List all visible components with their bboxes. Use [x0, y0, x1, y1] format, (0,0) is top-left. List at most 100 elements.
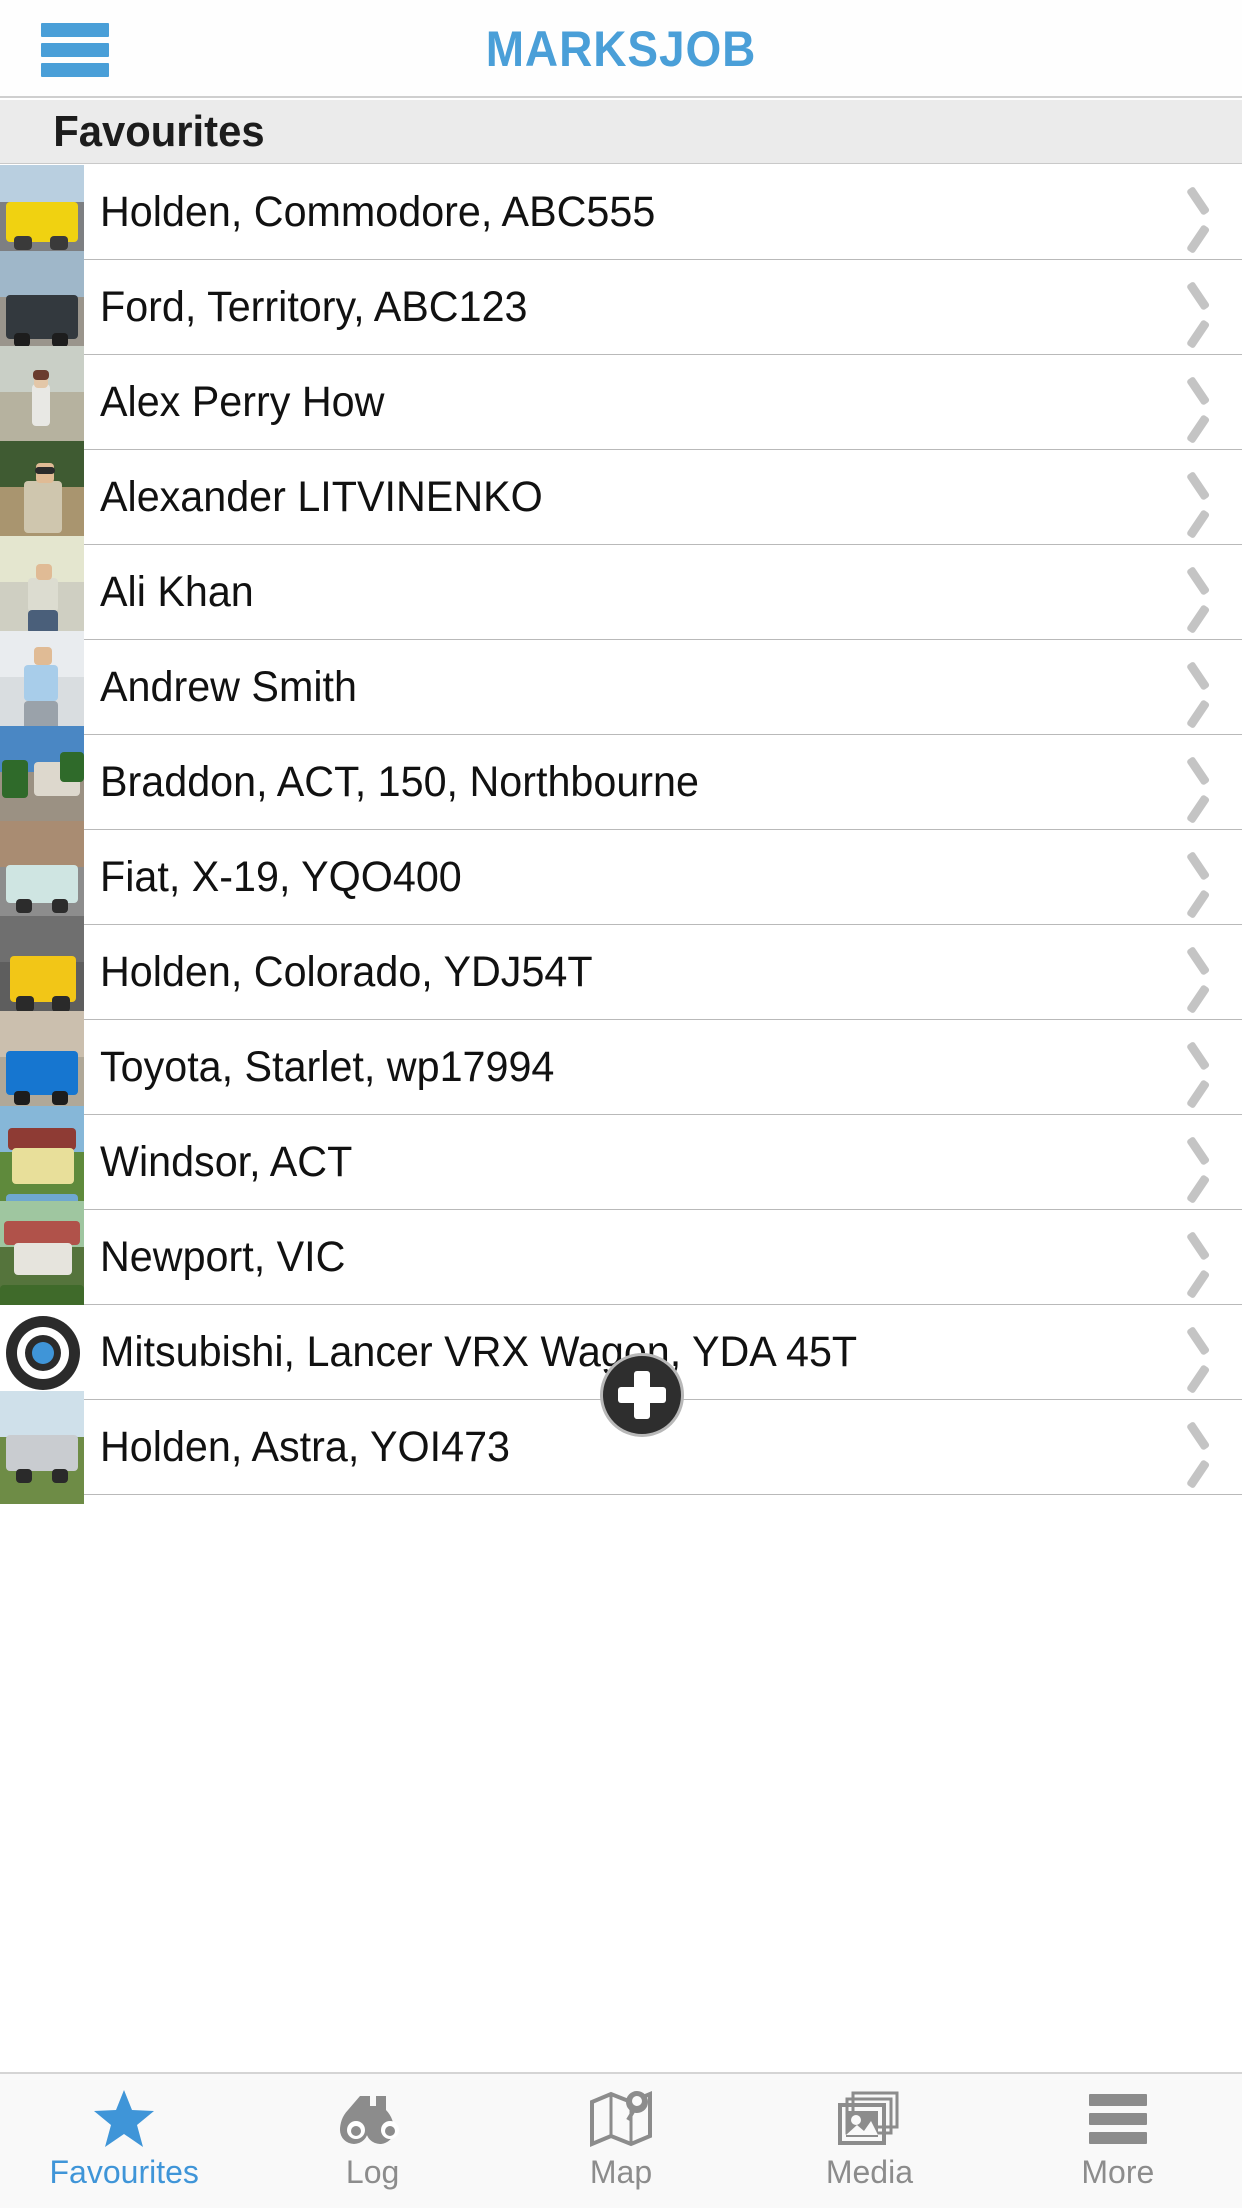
thumb-shape-2: [50, 236, 68, 250]
list-item[interactable]: Newport, VIC: [0, 1201, 1242, 1314]
list-item-label: Ali Khan: [100, 568, 254, 616]
chevron-right-icon[interactable]: [1184, 381, 1214, 425]
chevron-right-icon[interactable]: [1184, 856, 1214, 900]
list-item-label: Newport, VIC: [100, 1233, 346, 1281]
thumb-shape-1: [16, 996, 34, 1012]
thumb-background-top: [0, 165, 84, 202]
tab-label: Media: [825, 2154, 913, 2190]
thumb-background-top: [0, 251, 84, 297]
tab-more[interactable]: More: [994, 2074, 1242, 2208]
binoculars-icon: [338, 2086, 408, 2152]
chevron-right-icon[interactable]: [1184, 1331, 1214, 1375]
thumb-shape-2: [52, 996, 70, 1012]
thumb-shape-1: [14, 1091, 30, 1105]
thumb-shape-0: [4, 1221, 80, 1245]
list-item-label: Braddon, ACT, 150, Northbourne: [100, 758, 699, 806]
thumb-shape-0: [6, 1435, 78, 1471]
tab-favourites[interactable]: Favourites: [0, 2074, 248, 2208]
thumb-shape-1: [14, 333, 30, 347]
thumb-shape-1: [34, 647, 52, 665]
list-item[interactable]: Alexander LITVINENKO: [0, 441, 1242, 554]
thumb-shape-2: [52, 899, 68, 913]
thumb-shape-0: [2, 760, 28, 798]
thumb-shape-1: [14, 1243, 72, 1275]
list-item-label: Alex Perry How: [100, 378, 385, 426]
list-item[interactable]: Windsor, ACT: [0, 1106, 1242, 1219]
thumb-shape-2: [33, 370, 49, 380]
thumb-background-top: [0, 821, 84, 867]
tab-media[interactable]: Media: [745, 2074, 993, 2208]
chevron-right-icon[interactable]: [1184, 1046, 1214, 1090]
page-title: MARKSJOB: [485, 21, 757, 77]
thumb-shape-2: [60, 752, 84, 782]
chevron-right-icon[interactable]: [1184, 571, 1214, 615]
bullseye-center: [32, 1342, 54, 1364]
list-item[interactable]: Ali Khan: [0, 536, 1242, 649]
thumb-shape-2: [52, 1091, 68, 1105]
thumb-shape-1: [16, 1469, 32, 1483]
list-item-label: Holden, Astra, YOI473: [100, 1423, 511, 1471]
list-item[interactable]: Holden, Colorado, YDJ54T: [0, 916, 1242, 1029]
tab-log[interactable]: Log: [248, 2074, 496, 2208]
favourites-list[interactable]: Holden, Commodore, ABC555 Ford, Territory…: [0, 165, 1242, 2073]
list-item[interactable]: Fiat, X-19, YQO400: [0, 821, 1242, 934]
chevron-right-icon[interactable]: [1184, 951, 1214, 995]
thumb-shape-1: [36, 564, 52, 580]
bullseye-ring-3: [25, 1335, 61, 1371]
row-thumbnail: [0, 1391, 84, 1504]
list-item[interactable]: Alex Perry How: [0, 346, 1242, 459]
list-item-label: Mitsubishi, Lancer VRX Wagon, YDA 45T: [100, 1328, 858, 1376]
thumb-shape-0: [6, 1051, 78, 1095]
chevron-right-icon[interactable]: [1184, 191, 1214, 235]
bullseye-target-icon: [6, 1316, 80, 1390]
thumb-shape-0: [6, 865, 78, 903]
tab-label: Log: [345, 2154, 400, 2190]
star-icon: [92, 2086, 156, 2152]
map-icon: [588, 2086, 654, 2152]
navigation-bar: MARKSJOB: [0, 0, 1242, 98]
thumb-shape-0: [32, 384, 50, 426]
thumb-shape-0: [8, 1128, 76, 1150]
thumb-background-top: [0, 1391, 84, 1437]
row-thumbnail: [0, 1201, 84, 1314]
chevron-right-icon[interactable]: [1184, 1141, 1214, 1185]
list-item-label: Alexander LITVINENKO: [100, 473, 543, 521]
tab-label: More: [1081, 2154, 1155, 2190]
thumb-shape-0: [24, 481, 62, 533]
list-item[interactable]: Andrew Smith: [0, 631, 1242, 744]
tab-label: Favourites: [49, 2154, 199, 2190]
chevron-right-icon[interactable]: [1184, 666, 1214, 710]
thumb-shape-0: [24, 665, 58, 701]
chevron-right-icon[interactable]: [1184, 476, 1214, 520]
bullseye-ring-2: [17, 1327, 69, 1379]
tab-map[interactable]: Map: [497, 2074, 745, 2208]
list-item[interactable]: Braddon, ACT, 150, Northbourne: [0, 726, 1242, 839]
thumb-shape-2: [35, 467, 55, 474]
chevron-right-icon[interactable]: [1184, 1426, 1214, 1470]
thumb-shape-0: [28, 578, 58, 612]
thumb-shape-2: [52, 1469, 68, 1483]
list-item-label: Ford, Territory, ABC123: [100, 283, 528, 331]
chevron-right-icon[interactable]: [1184, 286, 1214, 330]
list-item-label: Andrew Smith: [100, 663, 357, 711]
photos-stack-icon: [837, 2086, 901, 2152]
list-item-label: Holden, Colorado, YDJ54T: [100, 948, 593, 996]
list-item-label: Toyota, Starlet, wp17994: [100, 1043, 555, 1091]
chevron-right-icon[interactable]: [1184, 1236, 1214, 1280]
thumb-shape-1: [16, 899, 32, 913]
list-separator: [84, 1494, 1242, 1495]
list-item[interactable]: Holden, Commodore, ABC555: [0, 165, 1242, 269]
chevron-right-icon[interactable]: [1184, 761, 1214, 805]
plus-icon-horizontal: [618, 1387, 666, 1403]
add-button[interactable]: [600, 1353, 684, 1437]
section-header-label: Favourites: [53, 106, 265, 156]
list-item-label: Holden, Commodore, ABC555: [100, 188, 656, 236]
tab-label: Map: [589, 2154, 653, 2190]
tab-bar: Favourites Log Map Media More: [0, 2072, 1242, 2208]
list-item-label: Windsor, ACT: [100, 1138, 353, 1186]
thumb-shape-1: [12, 1148, 74, 1184]
thumb-shape-2: [52, 333, 68, 347]
list-item-label: Fiat, X-19, YQO400: [100, 853, 462, 901]
list-item[interactable]: Toyota, Starlet, wp17994: [0, 1011, 1242, 1124]
list-item[interactable]: Ford, Territory, ABC123: [0, 251, 1242, 364]
